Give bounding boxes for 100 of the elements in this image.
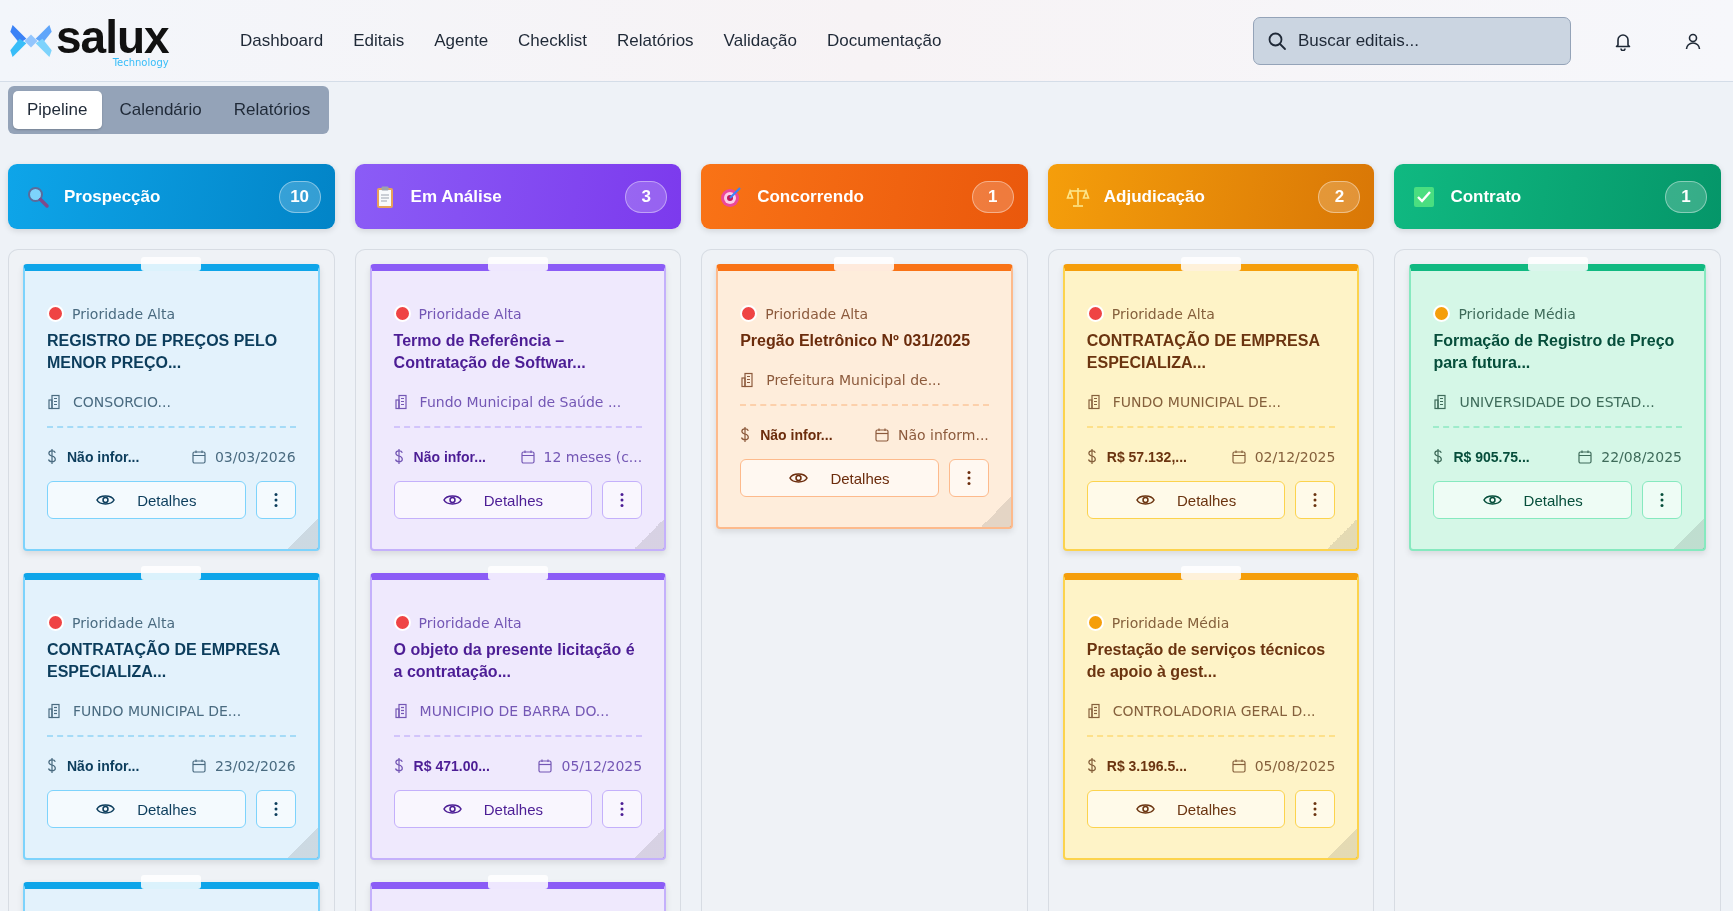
more-button[interactable] xyxy=(602,790,643,828)
more-button[interactable] xyxy=(1642,481,1682,519)
column-title: Em Análise xyxy=(410,186,502,207)
dollar-icon xyxy=(47,448,57,465)
priority-label: Prioridade Alta xyxy=(1111,305,1215,322)
details-button[interactable]: Detalhes xyxy=(740,459,939,497)
dollar-icon xyxy=(1433,448,1444,465)
view-tab[interactable]: Calendário xyxy=(105,91,216,129)
card-title: CONTRATAÇÃO DE EMPRESA ESPECIALIZA... xyxy=(47,639,281,682)
priority-label: Prioridade Alta xyxy=(72,305,175,322)
magnifier-icon xyxy=(26,184,50,209)
kebab-icon xyxy=(966,470,971,486)
priority-label: Prioridade Alta xyxy=(72,614,175,631)
kebab-icon xyxy=(273,492,278,508)
building-icon xyxy=(47,394,63,410)
more-button[interactable] xyxy=(1295,481,1336,519)
count-badge: 1 xyxy=(1665,180,1707,213)
count-badge: 3 xyxy=(625,180,668,213)
calendar-icon xyxy=(1230,448,1247,465)
count-badge: 2 xyxy=(1318,180,1361,213)
calendar-icon xyxy=(1577,448,1594,465)
details-button[interactable]: Detalhes xyxy=(1433,481,1632,519)
nav-link[interactable]: Editais xyxy=(353,30,405,51)
tape-strip xyxy=(1181,566,1242,580)
priority-label: Prioridade Média xyxy=(1458,305,1576,322)
bid-date: 02/12/2025 xyxy=(1254,448,1336,465)
bid-date: 23/02/2026 xyxy=(214,757,296,774)
details-button[interactable]: Detalhes xyxy=(393,481,593,519)
kebab-icon xyxy=(1660,492,1664,508)
eye-icon xyxy=(1136,493,1155,507)
more-button[interactable] xyxy=(602,481,643,519)
agency-name: CONTROLADORIA GERAL D... xyxy=(1112,703,1316,719)
more-button[interactable] xyxy=(1295,790,1336,828)
calendar-icon xyxy=(190,757,207,774)
target-icon xyxy=(719,184,744,209)
agency-name: Prefeitura Municipal de... xyxy=(766,372,941,388)
nav-link[interactable]: Validação xyxy=(723,30,797,51)
more-button[interactable] xyxy=(255,481,296,519)
agency-name: FUNDO MUNICIPAL DE... xyxy=(1112,394,1281,410)
priority-label: Prioridade Alta xyxy=(765,305,869,322)
logo-tagline: Technology xyxy=(112,57,169,68)
bid-date: Não inform... xyxy=(897,426,989,443)
view-tab[interactable]: Pipeline xyxy=(13,91,102,129)
priority-label: Prioridade Alta xyxy=(418,305,522,322)
details-button[interactable]: Detalhes xyxy=(1086,481,1286,519)
building-icon xyxy=(393,394,410,410)
card-title: Prestação de serviços técnicos de apoio à gest... xyxy=(1086,640,1327,682)
bid-date: 22/08/2025 xyxy=(1601,448,1682,465)
details-button[interactable]: Detalhes xyxy=(1086,790,1286,828)
tape-strip xyxy=(487,875,548,889)
eye-icon xyxy=(1482,493,1502,507)
nav-link[interactable]: Dashboard xyxy=(240,30,324,51)
column-title: Prospecção xyxy=(64,186,161,207)
agency-name: FUNDO MUNICIPAL DE... xyxy=(73,703,242,719)
column-title: Concorrendo xyxy=(757,186,864,207)
eye-icon xyxy=(96,802,116,816)
bid-value: Não infor... xyxy=(413,448,486,465)
nav-link[interactable]: Agente xyxy=(434,30,489,51)
search-field[interactable]: Buscar editais... xyxy=(1253,16,1571,65)
dollar-icon xyxy=(1086,757,1097,774)
nav-link[interactable]: Documentação xyxy=(827,30,942,51)
building-icon xyxy=(47,703,63,719)
tape-strip xyxy=(141,566,202,580)
building-icon xyxy=(393,703,410,719)
column-title: Adjudicação xyxy=(1103,186,1205,207)
more-button[interactable] xyxy=(255,790,296,828)
nav-link[interactable]: Checklist xyxy=(518,30,588,51)
kebab-icon xyxy=(1313,492,1318,508)
card-title: Pregão Eletrônico Nº 031/2025 xyxy=(740,331,972,351)
card-title: Termo de Referência – Contratação de Softwar... xyxy=(393,331,587,373)
tape-strip xyxy=(141,257,202,271)
eye-icon xyxy=(442,802,462,816)
details-button[interactable]: Detalhes xyxy=(393,790,593,828)
calendar-icon xyxy=(1230,757,1247,774)
calendar-icon xyxy=(190,448,207,465)
bid-value: R$ 3.196.5... xyxy=(1106,757,1187,774)
building-icon xyxy=(1086,703,1103,719)
bid-date: 12 meses (c... xyxy=(543,448,643,465)
agency-name: CONSORCIO... xyxy=(73,394,171,410)
calendar-icon xyxy=(873,426,890,443)
view-tab[interactable]: Relatórios xyxy=(219,91,325,129)
bid-date: 03/03/2026 xyxy=(214,448,296,465)
eye-icon xyxy=(1136,802,1155,816)
tape-strip xyxy=(141,875,202,889)
card-title: O objeto da presente licitação é a contratação... xyxy=(393,640,636,682)
bid-value: R$ 471.00... xyxy=(413,757,490,774)
calendar-icon xyxy=(519,448,536,465)
priority-label: Prioridade Média xyxy=(1111,614,1230,631)
tape-strip xyxy=(487,257,548,271)
nav-link[interactable]: Relatórios xyxy=(617,30,694,51)
details-button[interactable]: Detalhes xyxy=(47,481,246,519)
calendar-icon xyxy=(537,757,554,774)
details-button[interactable]: Detalhes xyxy=(47,790,246,828)
kebab-icon xyxy=(620,801,625,817)
priority-label: Prioridade Alta xyxy=(418,614,522,631)
eye-icon xyxy=(96,493,116,507)
eye-icon xyxy=(789,471,809,485)
dollar-icon xyxy=(1086,448,1097,465)
bid-date: 05/08/2025 xyxy=(1254,757,1336,774)
more-button[interactable] xyxy=(948,459,989,497)
